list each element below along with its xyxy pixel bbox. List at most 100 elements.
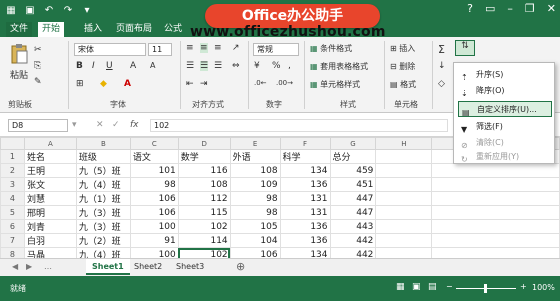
customize-qat-icon[interactable]: ▾ — [80, 3, 94, 17]
cell[interactable]: 100 — [129, 219, 179, 234]
row-header[interactable]: 4 — [0, 191, 25, 206]
cell[interactable]: 九（3）班 — [75, 219, 131, 234]
cell[interactable]: 131 — [279, 191, 331, 206]
cell[interactable]: 数学 — [177, 149, 231, 164]
decrease-decimal-icon[interactable]: .00→ — [276, 79, 293, 87]
menu-item-filter[interactable]: ▼ 筛选(F) — [458, 119, 552, 135]
cell[interactable]: 447 — [329, 205, 377, 220]
more-sheets-icon[interactable]: … — [38, 259, 58, 275]
conditional-format-button[interactable]: ▦ 条件格式 — [310, 43, 352, 54]
cell[interactable]: 九（5）班 — [75, 163, 131, 178]
clear-icon[interactable]: ◇ — [438, 79, 445, 89]
zoom-in-icon[interactable]: + — [520, 282, 527, 291]
sheet-tab-3[interactable]: Sheet3 — [170, 259, 210, 275]
underline-button[interactable]: U — [106, 61, 113, 71]
align-bottom-icon[interactable]: ≡ — [214, 43, 222, 53]
zoom-slider-thumb[interactable] — [484, 284, 487, 293]
autosum-icon[interactable]: Σ — [438, 43, 445, 56]
tab-file[interactable]: 文件 — [6, 22, 33, 37]
add-sheet-icon[interactable]: ⊕ — [230, 259, 251, 275]
fill-icon[interactable]: ↓ — [438, 61, 446, 71]
align-center-icon[interactable]: ☰ — [200, 61, 209, 71]
tab-home[interactable]: 开始 — [38, 22, 65, 37]
sheet-tab-1[interactable]: Sheet1 — [86, 259, 130, 275]
row-header[interactable]: 5 — [0, 205, 25, 220]
cell[interactable] — [375, 233, 433, 248]
cell[interactable] — [375, 149, 433, 164]
column-header[interactable]: E — [229, 137, 281, 150]
cell[interactable]: 459 — [329, 163, 377, 178]
row-header[interactable]: 2 — [0, 163, 25, 178]
cell[interactable] — [375, 163, 433, 178]
cell[interactable]: 116 — [177, 163, 231, 178]
cell[interactable]: 108 — [229, 163, 281, 178]
currency-icon[interactable]: ¥ — [254, 61, 260, 71]
cell[interactable]: 刘慧 — [23, 191, 77, 206]
cell[interactable]: 外语 — [229, 149, 281, 164]
cell[interactable]: 136 — [279, 233, 331, 248]
name-box[interactable]: D8 — [8, 119, 68, 132]
cell[interactable]: 131 — [279, 205, 331, 220]
comma-button[interactable]: , — [288, 61, 291, 71]
menu-item-sort-descending[interactable]: ⇣ 降序(O) — [458, 83, 552, 99]
cell[interactable]: 98 — [129, 177, 179, 192]
restore-icon[interactable]: ❐ — [525, 2, 535, 15]
cell[interactable]: 邢明 — [23, 205, 77, 220]
cell[interactable] — [375, 191, 433, 206]
cell[interactable] — [375, 205, 433, 220]
cell[interactable]: 115 — [177, 205, 231, 220]
font-shrink-icon[interactable]: A — [150, 61, 155, 70]
insert-cells-button[interactable]: ⊞ 插入 — [390, 43, 415, 54]
insert-function-button[interactable]: fx — [130, 120, 139, 130]
indent-increase-icon[interactable]: ⇥ — [200, 79, 208, 89]
paste-button[interactable]: 粘贴 — [6, 43, 32, 81]
cell[interactable]: 九（4）班 — [75, 177, 131, 192]
cell[interactable]: 91 — [129, 233, 179, 248]
sort-filter-button[interactable]: ⇅ — [455, 40, 475, 56]
number-format-select[interactable]: 常规 — [253, 43, 299, 56]
cell[interactable]: 136 — [279, 177, 331, 192]
cell[interactable] — [375, 219, 433, 234]
cell[interactable]: 104 — [229, 233, 281, 248]
menu-item-custom-sort[interactable]: ▤ 自定义排序(U)... — [458, 101, 552, 117]
bold-button[interactable]: B — [76, 61, 83, 71]
cell[interactable]: 白羽 — [23, 233, 77, 248]
row-header[interactable]: 7 — [0, 233, 25, 248]
format-cells-button[interactable]: ▤ 格式 — [390, 79, 416, 90]
align-left-icon[interactable]: ☰ — [186, 61, 194, 71]
row-header[interactable]: 1 — [0, 149, 25, 164]
menu-item-sort-ascending[interactable]: ⇡ 升序(S) — [458, 67, 552, 83]
cell[interactable]: 班级 — [75, 149, 131, 164]
cell[interactable] — [431, 163, 560, 178]
cell[interactable]: 九（3）班 — [75, 205, 131, 220]
page-break-view-icon[interactable]: ▤ — [428, 282, 437, 292]
scroll-sheets-right-icon[interactable]: ▶ — [20, 259, 38, 275]
cell[interactable]: 112 — [177, 191, 231, 206]
cell[interactable]: 106 — [129, 205, 179, 220]
cell[interactable]: 451 — [329, 177, 377, 192]
cell[interactable]: 136 — [279, 219, 331, 234]
cell[interactable] — [431, 233, 560, 248]
cancel-edit-icon[interactable]: ✕ — [96, 120, 104, 130]
align-right-icon[interactable]: ☰ — [214, 61, 222, 71]
normal-view-icon[interactable]: ▦ — [396, 282, 405, 292]
font-size-select[interactable]: 11 — [148, 43, 172, 56]
column-header[interactable]: B — [75, 137, 131, 150]
namebox-dropdown-icon[interactable]: ▾ — [72, 120, 77, 130]
font-color-icon[interactable]: A — [124, 79, 131, 89]
column-header[interactable]: F — [279, 137, 331, 150]
formula-input[interactable]: 102 — [150, 119, 448, 132]
format-as-table-button[interactable]: ▦ 套用表格格式 — [310, 61, 368, 72]
select-all-corner[interactable] — [0, 137, 25, 150]
font-name-select[interactable]: 宋体 — [74, 43, 146, 56]
cell[interactable]: 105 — [229, 219, 281, 234]
cell[interactable]: 114 — [177, 233, 231, 248]
align-middle-icon[interactable]: ≡ — [200, 43, 208, 53]
page-layout-view-icon[interactable]: ▣ — [412, 282, 421, 292]
confirm-edit-icon[interactable]: ✓ — [112, 120, 120, 130]
minimize-icon[interactable]: – — [507, 2, 513, 15]
row-header[interactable]: 6 — [0, 219, 25, 234]
cell[interactable] — [431, 191, 560, 206]
orientation-icon[interactable]: ↗ — [232, 43, 240, 53]
cell[interactable]: 总分 — [329, 149, 377, 164]
